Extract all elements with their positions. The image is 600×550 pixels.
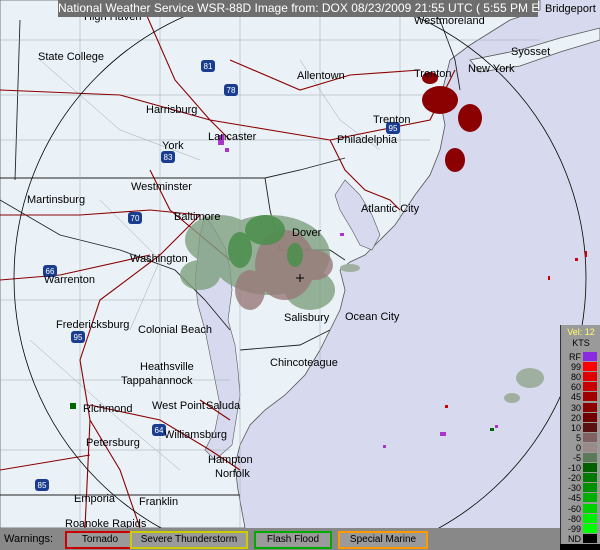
city-dover: Dover [292, 227, 322, 239]
radar-map: 81 78 83 95 70 66 95 64 85 Westmoreland … [0, 0, 600, 550]
city-state-college: State College [38, 51, 104, 63]
city-west-point: West Point [152, 400, 205, 412]
city-colonial-beach: Colonial Beach [138, 324, 212, 336]
city-warrenton: Warrenton [44, 274, 95, 286]
city-richmond: Richmond [83, 403, 133, 415]
legend-swatch [583, 513, 597, 523]
city-trenton-top: Trenton [414, 68, 452, 80]
city-philadelphia: Philadelphia [337, 134, 398, 146]
warning-special-marine[interactable]: Special Marine [338, 531, 428, 549]
legend-swatch [583, 442, 597, 452]
svg-text:85: 85 [38, 481, 47, 490]
city-trenton: Trenton [373, 114, 411, 126]
legend-product: Vel: 12 [567, 327, 595, 337]
city-bridgeport: Bridgeport [545, 3, 596, 15]
city-lancaster: Lancaster [208, 131, 257, 143]
legend-row-label: ND [568, 533, 581, 544]
legend-swatch [583, 432, 597, 442]
legend-swatch [583, 352, 597, 361]
legend-swatch [583, 382, 597, 392]
svg-text:78: 78 [227, 86, 236, 95]
route-shield-85: 85 [35, 479, 49, 491]
city-harrisburg: Harrisburg [146, 104, 197, 116]
svg-text:70: 70 [131, 214, 140, 223]
city-petersburg: Petersburg [86, 437, 140, 449]
city-ocean-city: Ocean City [345, 311, 400, 323]
warning-flash-flood[interactable]: Flash Flood [254, 531, 332, 549]
city-williamsburg: Williamsburg [164, 429, 227, 441]
warnings-label: Warnings: [4, 533, 54, 545]
product-banner: National Weather Service WSR-88D Image f… [58, 0, 538, 17]
route-shield-83: 83 [161, 151, 175, 163]
city-baltimore: Baltimore [174, 211, 220, 223]
city-salisbury: Salisbury [284, 312, 330, 324]
city-syosset: Syosset [511, 46, 550, 58]
velocity-legend: Vel: 12 KTS RF 99 80 60 45 30 20 10 5 0 -5 -10 -20 -3… [560, 325, 600, 544]
route-shield-81: 81 [201, 60, 215, 72]
legend-swatch [583, 392, 597, 402]
route-shield-95-south: 95 [71, 331, 85, 343]
city-chincoteague: Chincoteague [270, 357, 338, 369]
city-franklin: Franklin [139, 496, 178, 508]
legend-swatch [583, 412, 597, 422]
city-tappahannock: Tappahannock [121, 375, 193, 387]
city-york: York [162, 140, 184, 152]
route-shield-70: 70 [128, 212, 142, 224]
legend-swatch [583, 523, 597, 533]
city-hampton: Hampton [208, 454, 253, 466]
legend-swatch [583, 372, 597, 382]
city-martinsburg: Martinsburg [27, 194, 85, 206]
city-atlantic-city: Atlantic City [361, 203, 420, 215]
city-westminster: Westminster [131, 181, 192, 193]
legend-swatch [583, 483, 597, 493]
svg-text:64: 64 [155, 426, 164, 435]
city-new-york: New York [468, 63, 515, 75]
svg-text:95: 95 [74, 333, 83, 342]
svg-text:81: 81 [204, 62, 213, 71]
legend-swatch [583, 422, 597, 432]
city-norfolk: Norfolk [215, 468, 250, 480]
warning-tornado[interactable]: Tornado [65, 531, 135, 549]
legend-swatch [583, 493, 597, 503]
city-allentown: Allentown [297, 70, 345, 82]
legend-swatch [583, 473, 597, 483]
legend-swatch [583, 453, 597, 462]
legend-swatch [583, 503, 597, 513]
svg-text:83: 83 [164, 153, 173, 162]
city-heathsville: Heathsville [140, 361, 194, 373]
legend-swatch [583, 533, 597, 543]
legend-swatch [583, 362, 597, 372]
city-fredericksburg: Fredericksburg [56, 319, 129, 331]
legend-row: ND [561, 533, 600, 546]
city-saluda: Saluda [206, 400, 241, 412]
warnings-bar: Warnings: Tornado Severe Thunderstorm Fl… [0, 528, 560, 550]
route-shield-78: 78 [224, 84, 238, 96]
warning-severe-thunderstorm[interactable]: Severe Thunderstorm [130, 531, 248, 549]
city-washington: Washington [130, 253, 188, 265]
legend-unit: KTS [572, 338, 590, 348]
legend-swatch [583, 402, 597, 412]
city-emporia: Emporia [74, 493, 116, 505]
legend-swatch [583, 463, 597, 473]
